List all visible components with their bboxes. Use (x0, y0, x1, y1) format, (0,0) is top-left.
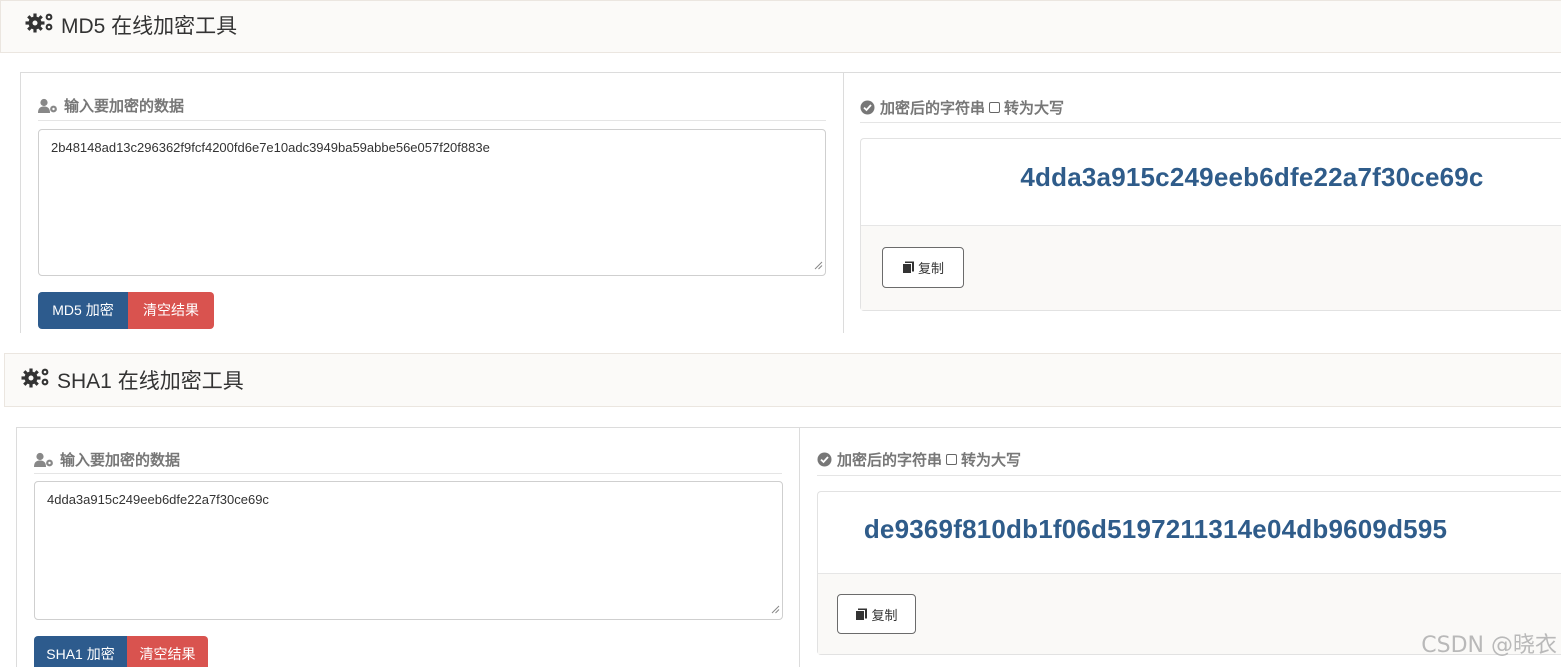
md5-encrypt-button[interactable]: MD5 加密 (38, 292, 128, 329)
md5-input-heading: 输入要加密的数据 (38, 95, 184, 116)
md5-panel-title: MD5 在线加密工具 (25, 10, 237, 40)
user-cog-icon (38, 98, 58, 114)
md5-clear-button[interactable]: 清空结果 (128, 292, 214, 329)
csdn-watermark: CSDN @晓衣 (1421, 633, 1557, 658)
sha1-tool-panel: SHA1 在线加密工具 输入要加密的数据 4dda3a915c249eeb6df… (0, 353, 1561, 667)
sha1-input-heading-text: 输入要加密的数据 (60, 452, 181, 469)
md5-result-hash: 4dda3a915c249eeb6dfe22a7f30ce69c (1020, 162, 1484, 192)
sha1-result-heading-rule (817, 475, 1561, 476)
md5-panel-header: MD5 在线加密工具 (0, 0, 1561, 53)
resize-grip-icon[interactable] (814, 258, 823, 273)
sha1-panel-title: SHA1 在线加密工具 (21, 365, 244, 395)
uppercase-checkbox[interactable] (989, 102, 1001, 113)
uppercase-label[interactable]: 转为大写 (961, 449, 1021, 470)
md5-tool-panel: MD5 在线加密工具 输入要加密的数据 2b48148ad13c296362f9… (0, 0, 1561, 333)
check-circle-icon (817, 452, 832, 467)
check-circle-icon (860, 100, 875, 115)
md5-input-textarea[interactable]: 2b48148ad13c296362f9fcf4200fd6e7e10adc39… (38, 129, 826, 276)
md5-result-heading-text: 加密后的字符串 (880, 100, 986, 117)
sha1-title-text: SHA1 在线加密工具 (57, 370, 244, 393)
sha1-input-heading-rule (34, 473, 782, 474)
sha1-panel-header: SHA1 在线加密工具 (4, 353, 1561, 407)
sha1-input-value: 4dda3a915c249eeb6dfe22a7f30ce69c (47, 492, 269, 507)
sha1-result-heading: 加密后的字符串 转为大写 (817, 449, 1021, 470)
copy-icon (855, 608, 868, 621)
sha1-copy-label: 复制 (871, 607, 898, 623)
md5-input-value: 2b48148ad13c296362f9fcf4200fd6e7e10adc39… (51, 140, 490, 155)
column-divider (799, 428, 800, 667)
resize-grip-icon[interactable] (771, 602, 780, 617)
md5-input-heading-rule (38, 120, 826, 121)
md5-result-heading: 加密后的字符串 转为大写 (860, 97, 1064, 118)
uppercase-label[interactable]: 转为大写 (1004, 97, 1064, 118)
sha1-encrypt-button[interactable]: SHA1 加密 (34, 636, 127, 667)
md5-input-heading-text: 输入要加密的数据 (64, 98, 185, 115)
md5-copy-label: 复制 (917, 261, 944, 276)
md5-title-text: MD5 在线加密工具 (61, 15, 238, 38)
md5-result-footer: 复制 (861, 225, 1561, 310)
sha1-input-textarea[interactable]: 4dda3a915c249eeb6dfe22a7f30ce69c (34, 481, 783, 620)
md5-result-heading-rule (860, 122, 1561, 123)
uppercase-checkbox[interactable] (946, 454, 958, 465)
column-divider (843, 73, 844, 333)
copy-icon (901, 261, 915, 274)
gears-icon (25, 11, 55, 39)
sha1-tool-body: 输入要加密的数据 4dda3a915c249eeb6dfe22a7f30ce69… (16, 427, 1561, 667)
gears-icon (21, 366, 51, 394)
md5-result-box: 4dda3a915c249eeb6dfe22a7f30ce69c 复制 (860, 138, 1561, 311)
sha1-copy-button[interactable]: 复制 (837, 594, 916, 634)
user-cog-icon (34, 452, 54, 468)
sha1-result-heading-text: 加密后的字符串 (837, 452, 943, 469)
sha1-input-heading: 输入要加密的数据 (34, 449, 180, 470)
sha1-clear-button[interactable]: 清空结果 (127, 636, 208, 667)
sha1-result-hash: de9369f810db1f06d5197211314e04db9609d595 (863, 514, 1448, 544)
md5-copy-button[interactable]: 复制 (882, 247, 964, 288)
md5-tool-body: 输入要加密的数据 2b48148ad13c296362f9fcf4200fd6e… (20, 72, 1561, 333)
